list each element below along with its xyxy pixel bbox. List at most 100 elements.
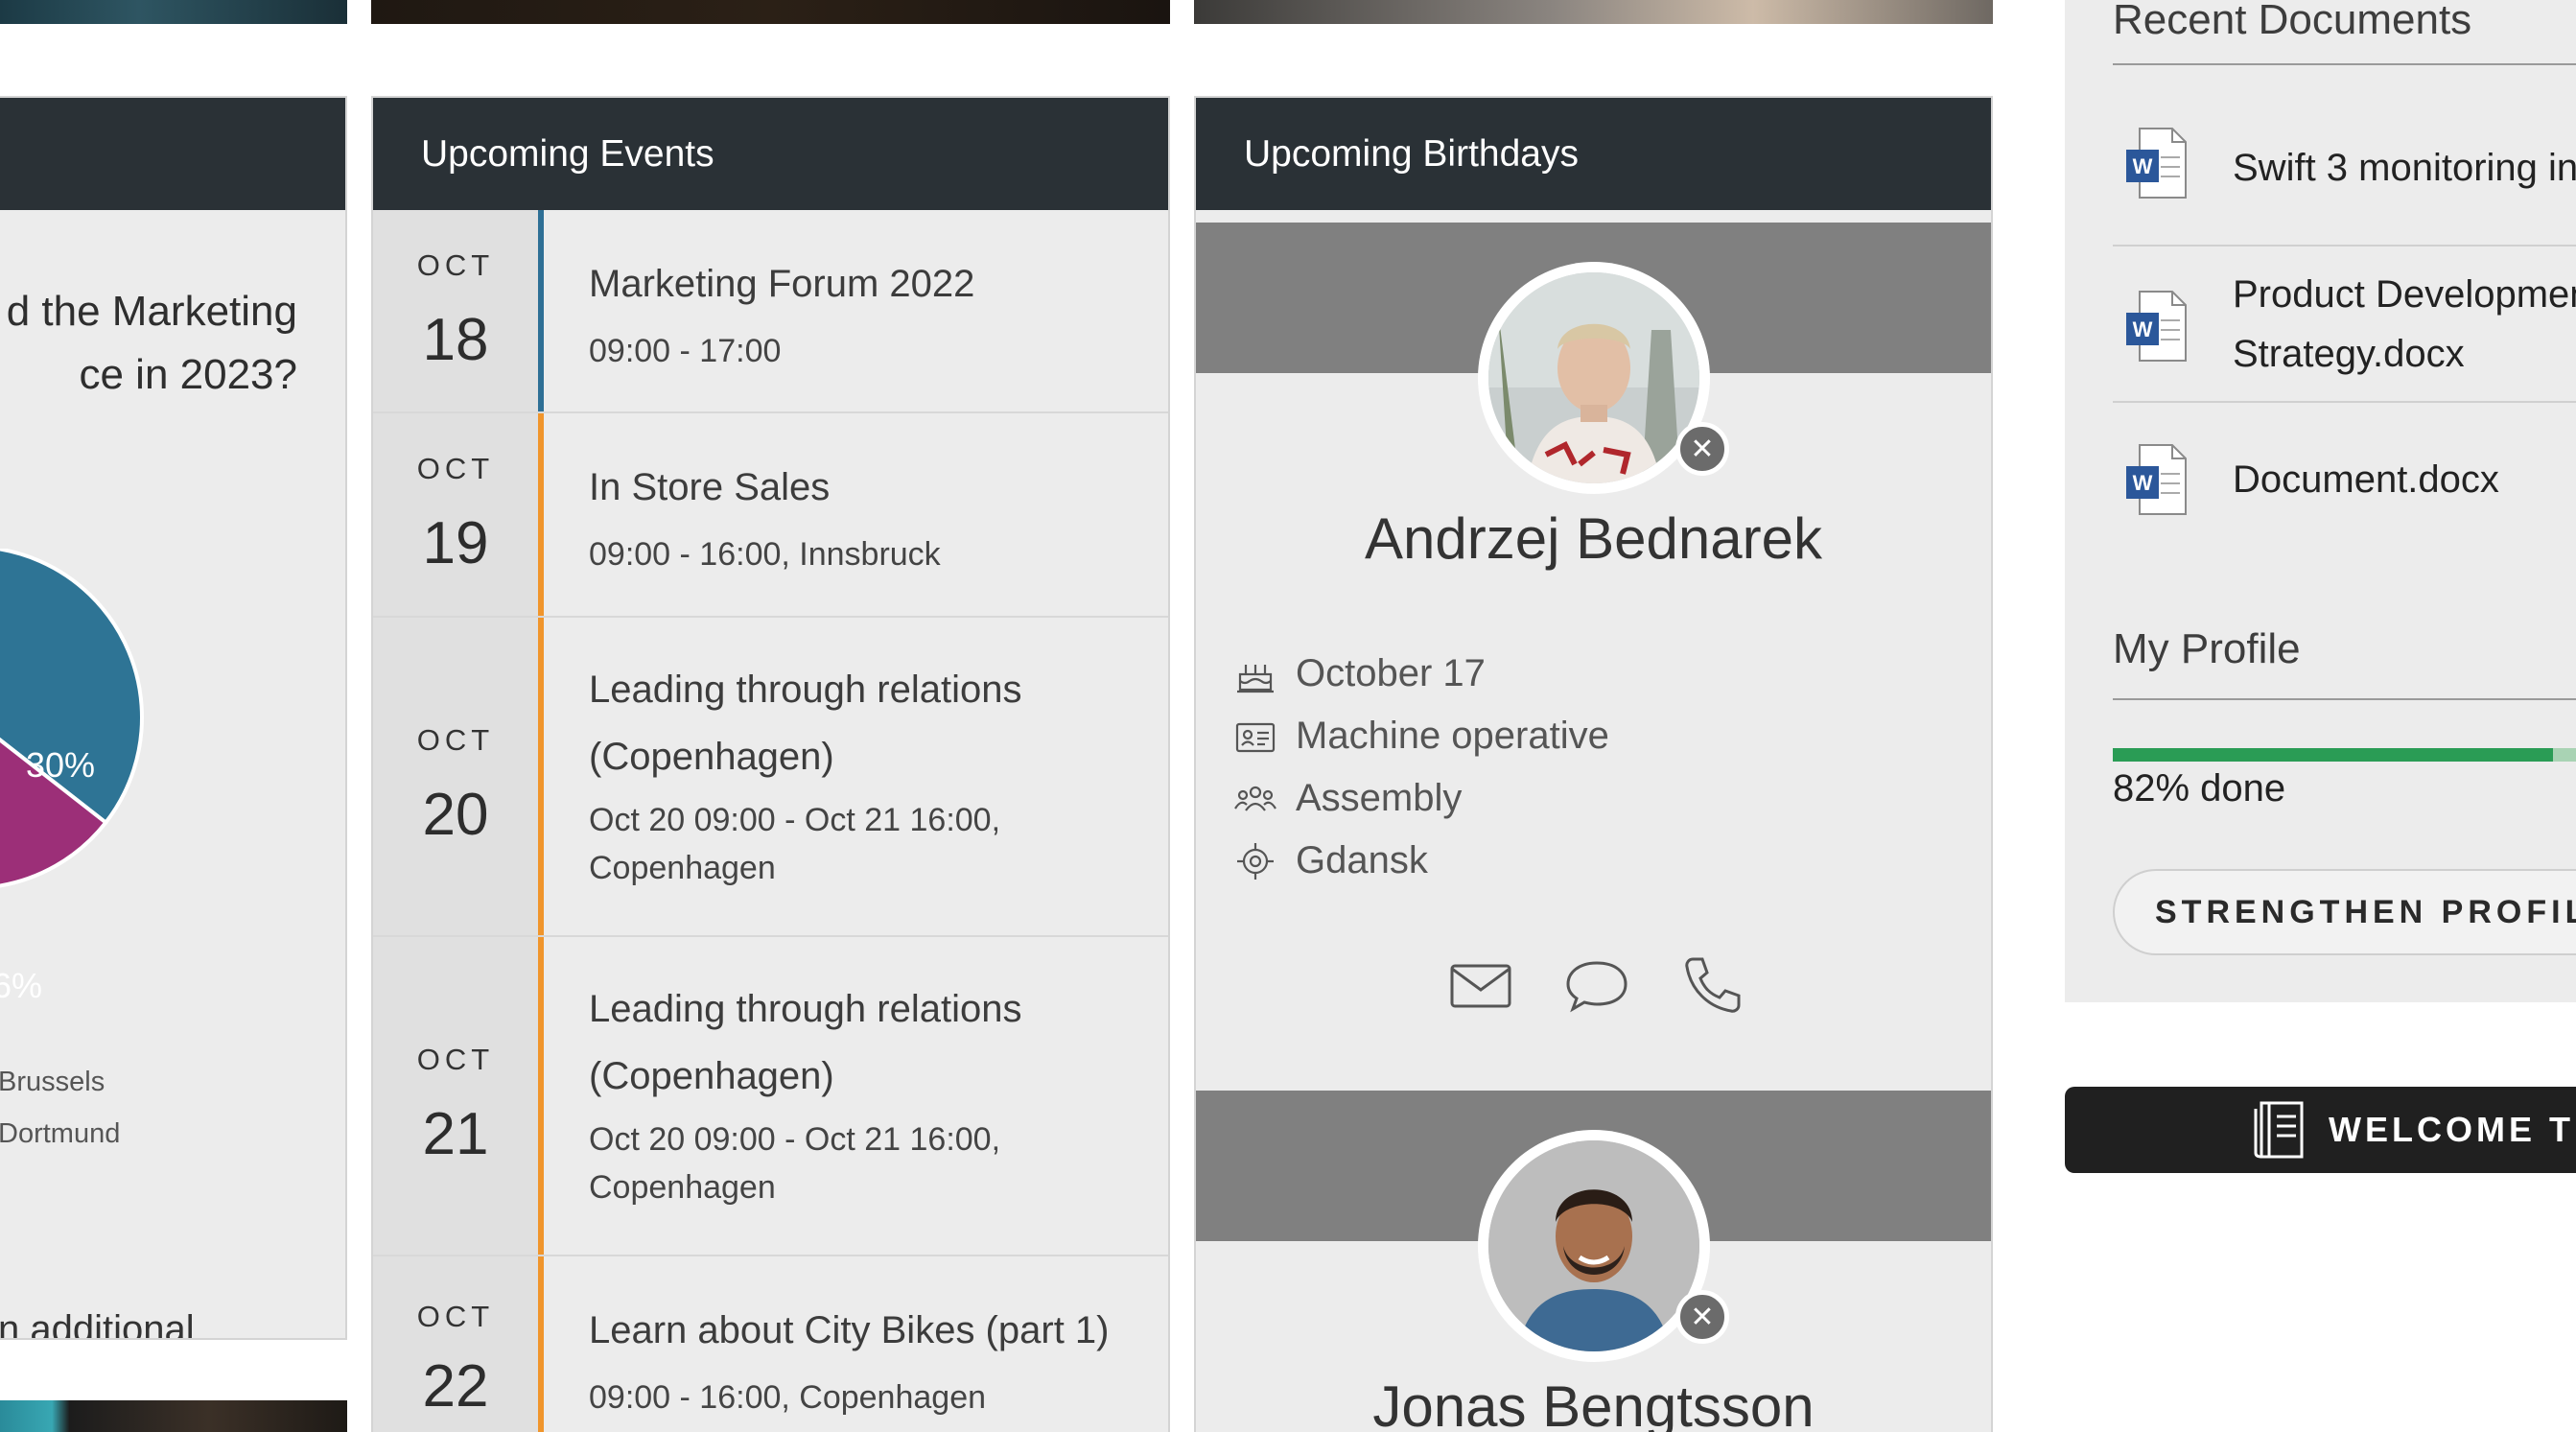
event-date-block: OCT 19: [373, 413, 544, 616]
event-month: OCT: [416, 1300, 495, 1333]
poll-question-line-2: ce in 2023?: [79, 351, 297, 398]
remove-birthday-button[interactable]: ✕: [1675, 422, 1729, 476]
document-name[interactable]: Product Developmen Strategy.docx: [2233, 265, 2576, 384]
legend-item-dortmund: Dortmund: [0, 1118, 121, 1149]
event-time: Oct 20 09:00 - Oct 21 16:00, Copenhagen: [589, 796, 1130, 892]
banner-image-right[interactable]: [1194, 0, 1993, 24]
avatar-photo-jonas: [1488, 1140, 1699, 1351]
group-icon: [1234, 786, 1276, 811]
location-line: Gdansk: [1234, 839, 1428, 882]
department-line: Assembly: [1234, 777, 1462, 820]
event-time-line: Oct 20 09:00 - Oct 21 16:00,: [589, 802, 1001, 838]
event-time-line: Copenhagen: [589, 850, 776, 886]
event-date-block: OCT 18: [373, 210, 544, 411]
email-icon[interactable]: [1447, 951, 1514, 1019]
word-logo-letter: W: [2133, 154, 2153, 178]
banner-image-middle[interactable]: [371, 0, 1170, 24]
section-divider: [2113, 63, 2576, 65]
side-panel: Recent Documents W Swift 3 monitoring in…: [2065, 0, 2576, 1002]
strengthen-profile-label: STRENGTHEN PROFILE: [2155, 893, 2576, 930]
welcome-tutorial-label: WELCOME TUT: [2329, 1110, 2576, 1149]
location: Gdansk: [1296, 839, 1428, 881]
event-time-line: Oct 20 09:00 - Oct 21 16:00,: [589, 1121, 1001, 1158]
recent-documents-title: Recent Documents: [2113, 0, 2472, 43]
birthday-date: October 17: [1296, 652, 1486, 694]
my-profile-title: My Profile: [2113, 625, 2301, 672]
birthdays-title: Upcoming Birthdays: [1244, 132, 1579, 175]
event-title[interactable]: In Store Sales: [589, 454, 1130, 521]
event-title[interactable]: Leading through relations (Copenhagen): [589, 975, 1130, 1110]
document-item[interactable]: W Swift 3 monitoring in: [2122, 125, 2576, 230]
close-icon: ✕: [1690, 1301, 1715, 1333]
event-time: 09:00 - 17:00: [589, 333, 782, 369]
upcoming-birthdays-card: Upcoming Birthdays ✕ Andrzej Bednarek Oc…: [1194, 96, 1993, 1432]
poll-card-header: [0, 98, 345, 210]
event-item[interactable]: OCT 21 Leading through relations (Copenh…: [373, 937, 1168, 1256]
event-day: 19: [422, 510, 489, 576]
person-name[interactable]: Andrzej Bednarek: [1196, 505, 1991, 572]
event-date-block: OCT 21: [373, 937, 544, 1255]
person-name[interactable]: Jonas Bengtsson: [1196, 1373, 1991, 1432]
welcome-tutorial-button[interactable]: WELCOME TUT: [2065, 1087, 2576, 1173]
word-logo-letter: W: [2133, 317, 2153, 341]
word-logo-letter: W: [2133, 471, 2153, 495]
banner-image-left[interactable]: [0, 0, 347, 24]
document-name[interactable]: Document.docx: [2233, 450, 2499, 509]
event-day: 18: [422, 307, 489, 373]
chat-icon[interactable]: [1563, 951, 1630, 1019]
event-month: OCT: [416, 452, 495, 485]
event-item[interactable]: OCT 20 Leading through relations (Copenh…: [373, 618, 1168, 937]
poll-footer-text: n additional: [0, 1308, 195, 1340]
legend-item-brussels: Brussels: [0, 1067, 105, 1097]
event-date-block: OCT 22: [373, 1256, 544, 1432]
events-title: Upcoming Events: [421, 132, 714, 175]
event-title[interactable]: Marketing Forum 2022: [589, 250, 1130, 317]
profile-progress-bar: [2113, 748, 2576, 762]
close-icon: ✕: [1690, 433, 1715, 465]
event-title[interactable]: Learn about City Bikes (part 1): [589, 1297, 1130, 1364]
events-header: Upcoming Events: [373, 98, 1168, 210]
document-name[interactable]: Swift 3 monitoring in: [2233, 138, 2576, 198]
banner-image-bottom[interactable]: [0, 1400, 347, 1432]
avatar[interactable]: [1478, 262, 1710, 494]
event-title-line: Leading through relations: [589, 669, 1022, 711]
birthdays-header: Upcoming Birthdays: [1196, 98, 1991, 210]
event-date-block: OCT 20: [373, 618, 544, 935]
location-target-icon: [1237, 842, 1274, 880]
event-item[interactable]: OCT 22 Learn about City Bikes (part 1) 0…: [373, 1256, 1168, 1432]
event-day: 20: [422, 782, 489, 848]
event-item[interactable]: OCT 19 In Store Sales 09:00 - 16:00, Inn…: [373, 413, 1168, 618]
poll-question: d the Marketing ce in 2023?: [0, 280, 297, 407]
event-title-line: Leading through relations: [589, 988, 1022, 1030]
event-time: Oct 20 09:00 - Oct 21 16:00, Copenhagen: [589, 1115, 1130, 1211]
word-document-icon: W: [2126, 444, 2187, 515]
avatar[interactable]: [1478, 1130, 1710, 1362]
document-name-line: Strategy.docx: [2233, 333, 2465, 375]
pie-label-30: 30%: [26, 745, 95, 785]
document-divider: [2113, 245, 2576, 246]
event-time: 09:00 - 16:00, Innsbruck: [589, 536, 941, 573]
strengthen-profile-button[interactable]: STRENGTHEN PROFILE: [2113, 869, 2576, 955]
document-item[interactable]: W Product Developmen Strategy.docx: [2122, 273, 2576, 403]
birthday-date-line: October 17: [1234, 652, 1486, 695]
book-icon: [2254, 1101, 2304, 1159]
event-title[interactable]: Leading through relations (Copenhagen): [589, 656, 1130, 790]
word-document-icon: W: [2126, 128, 2187, 199]
profile-progress-fill: [2113, 748, 2554, 762]
event-title-line: (Copenhagen): [589, 1055, 834, 1097]
pie-label-6: 6%: [0, 966, 42, 1005]
event-month: OCT: [416, 1043, 495, 1076]
document-item[interactable]: W Document.docx: [2122, 441, 2576, 547]
event-item[interactable]: OCT 18 Marketing Forum 2022 09:00 - 17:0…: [373, 210, 1168, 413]
role-line: Machine operative: [1234, 715, 1609, 758]
avatar-photo-andrzej: [1488, 272, 1699, 483]
event-time-line: Copenhagen: [589, 1169, 776, 1206]
upcoming-events-card: Upcoming Events OCT 18 Marketing Forum 2…: [371, 96, 1170, 1432]
document-name-line: Product Developmen: [2233, 273, 2576, 316]
remove-birthday-button[interactable]: ✕: [1675, 1290, 1729, 1344]
document-divider: [2113, 401, 2576, 403]
phone-icon[interactable]: [1679, 951, 1746, 1019]
event-day: 21: [422, 1101, 489, 1167]
event-day: 22: [422, 1353, 489, 1420]
poll-card: d the Marketing ce in 2023? 30% 6% Bruss…: [0, 96, 347, 1340]
